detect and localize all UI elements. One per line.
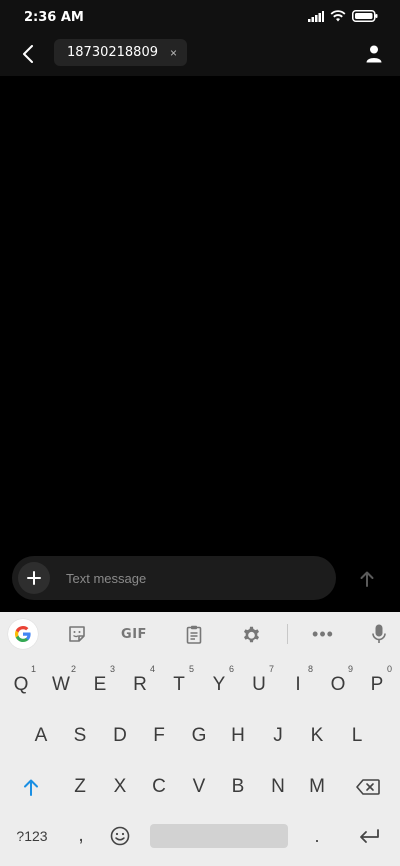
key-e[interactable]: E3: [81, 664, 119, 704]
period-key[interactable]: .: [298, 817, 336, 855]
google-g-icon: [15, 626, 31, 642]
sticker-button[interactable]: [64, 620, 90, 648]
emoji-key[interactable]: [101, 817, 139, 855]
key-y[interactable]: Y6: [200, 664, 238, 704]
status-bar: 2:36 AM: [0, 0, 400, 36]
clipboard-icon: [186, 625, 202, 644]
keyboard-toolbar: GIF •••: [0, 612, 400, 656]
back-button[interactable]: [14, 40, 42, 68]
key-p[interactable]: P0: [358, 664, 396, 704]
message-input[interactable]: [66, 568, 316, 588]
key-b[interactable]: B: [219, 768, 257, 806]
key-j[interactable]: J: [259, 717, 297, 755]
clipboard-button[interactable]: [181, 620, 207, 648]
conversation-header: 18730218809 ×: [0, 36, 400, 76]
status-time: 2:36 AM: [24, 10, 84, 25]
space-key[interactable]: [148, 817, 290, 855]
gif-label: GIF: [121, 626, 147, 642]
emoji-smile-icon: [110, 826, 130, 846]
key-c[interactable]: C: [140, 768, 178, 806]
key-n[interactable]: N: [259, 768, 297, 806]
key-d[interactable]: D: [101, 717, 139, 755]
send-button[interactable]: [354, 566, 380, 592]
key-row-4: ?123 , .: [0, 817, 400, 855]
key-z[interactable]: Z: [61, 768, 99, 806]
enter-key[interactable]: [348, 817, 390, 855]
spacebar-surface: [150, 824, 288, 848]
settings-button[interactable]: [238, 620, 264, 648]
key-h[interactable]: H: [219, 717, 257, 755]
backspace-key[interactable]: [346, 768, 390, 806]
back-arrow-icon: [23, 45, 33, 63]
toolbar-divider: [287, 624, 288, 644]
gif-button[interactable]: GIF: [118, 620, 150, 648]
voice-input-button[interactable]: [366, 620, 392, 648]
comma-key[interactable]: ,: [62, 817, 100, 855]
key-row-3: Z X C V B N M: [0, 768, 400, 806]
on-screen-keyboard: GIF ••• Q1 W2 E3 R 4 T 5 Y 6 U 7 I 8 O 9…: [0, 612, 400, 866]
sticker-icon: [69, 626, 85, 642]
key-row-2: A S D F G H J K L: [0, 717, 400, 755]
remove-recipient-button[interactable]: ×: [170, 47, 177, 59]
key-a[interactable]: A: [22, 717, 60, 755]
key-x[interactable]: X: [101, 768, 139, 806]
shift-arrow-icon: [24, 779, 38, 796]
send-arrow-up-icon: [360, 571, 374, 587]
status-icons: [308, 10, 378, 22]
key-row-1: Q1 W2 E3 R4 T5 Y6 U7 I8 O9 P0: [0, 664, 400, 704]
key-l[interactable]: L: [338, 717, 376, 755]
key-v[interactable]: V: [180, 768, 218, 806]
key-u[interactable]: U7: [240, 664, 278, 704]
key-k[interactable]: K: [298, 717, 336, 755]
key-o[interactable]: O9: [319, 664, 357, 704]
add-attachment-button[interactable]: [18, 562, 50, 594]
plus-icon: [27, 571, 41, 585]
compose-bar: [12, 556, 336, 600]
battery-icon: [352, 10, 378, 22]
key-i[interactable]: I8: [279, 664, 317, 704]
key-m[interactable]: M: [298, 768, 336, 806]
key-q[interactable]: Q1: [2, 664, 40, 704]
key-s[interactable]: S: [61, 717, 99, 755]
message-list[interactable]: [0, 76, 400, 554]
person-icon: [366, 45, 382, 63]
enter-return-icon: [360, 829, 379, 843]
microphone-icon: [372, 624, 386, 643]
contact-button[interactable]: [360, 40, 388, 68]
shift-key[interactable]: [10, 768, 52, 806]
more-dots: •••: [312, 623, 334, 644]
wifi-icon: [330, 10, 346, 22]
backspace-icon: [356, 779, 380, 795]
key-g[interactable]: G: [180, 717, 218, 755]
symbols-key[interactable]: ?123: [8, 817, 56, 855]
key-r[interactable]: R4: [121, 664, 159, 704]
more-options-button[interactable]: •••: [308, 620, 338, 648]
key-t[interactable]: T5: [160, 664, 198, 704]
key-w[interactable]: W2: [42, 664, 80, 704]
recipient-number: 18730218809: [67, 45, 158, 60]
gear-icon: [243, 626, 259, 642]
period-glyph: .: [314, 825, 320, 846]
signal-icon: [308, 10, 324, 22]
recipient-chip[interactable]: 18730218809 ×: [54, 39, 187, 66]
key-f[interactable]: F: [140, 717, 178, 755]
google-search-button[interactable]: [8, 619, 38, 649]
